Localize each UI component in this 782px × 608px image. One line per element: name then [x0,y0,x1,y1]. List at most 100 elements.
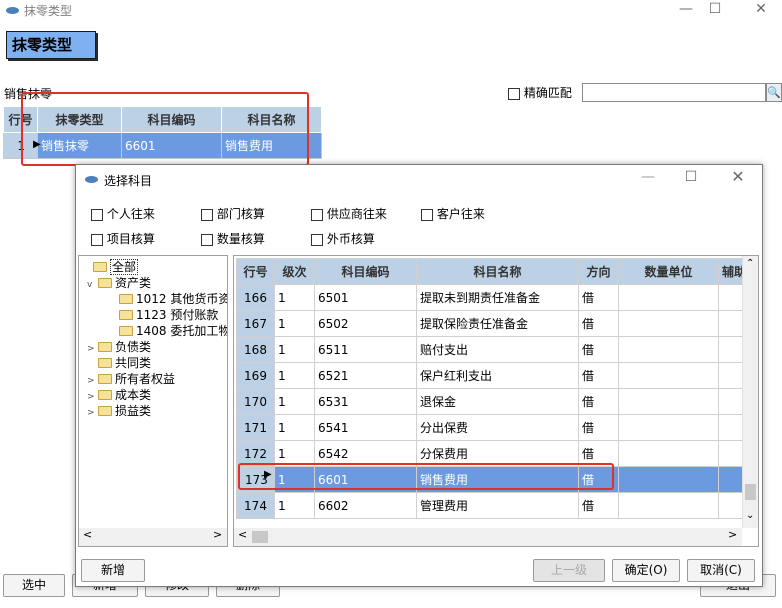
table-row[interactable]: 171 1 6541 分出保费借 [236,414,758,441]
check-personal[interactable]: 个人往来 [91,205,155,222]
col-header[interactable]: 科目编码 [314,258,417,285]
close-button[interactable]: ✕ [745,0,777,20]
col-header[interactable]: 行号 [236,258,275,285]
cell-direction[interactable]: 借 [578,336,619,363]
cell-direction[interactable]: 借 [578,414,619,441]
cell-unit[interactable] [618,414,719,441]
dialog-add-button[interactable]: 新增 [81,559,145,582]
dialog-maximize-button[interactable]: ☐ [675,168,707,188]
cell-code[interactable]: 6602 [314,492,417,519]
ok-button[interactable]: 确定(O) [612,559,680,582]
hscroll-thumb[interactable] [252,531,268,543]
cell-level[interactable]: 1 [274,492,315,519]
col-header[interactable]: 数量单位 [618,258,719,285]
cell-code[interactable]: 6501 [314,284,417,311]
chevron-right-icon[interactable]: > [87,405,96,421]
cell-level[interactable]: 1 [274,336,315,363]
search-icon[interactable]: 🔍 [766,83,782,102]
tree-node-equity[interactable]: > 所有者权益 [87,371,175,387]
cell-level[interactable]: 1 [274,284,315,311]
col-header[interactable]: 方向 [578,258,619,285]
table-row[interactable]: 169 1 6521 保户红利支出借 [236,362,758,389]
chevron-down-icon[interactable]: v [87,277,96,293]
tree-hscroll[interactable]: < > [79,528,227,546]
cell-name[interactable]: 赔付支出 [416,336,579,363]
grid-hscroll[interactable]: < > [234,528,742,546]
scroll-left-icon[interactable]: < [83,528,92,541]
cell-name[interactable]: 提取未到期责任准备金 [416,284,579,311]
cell-direction[interactable]: 借 [578,362,619,389]
cell-code[interactable]: 6502 [314,310,417,337]
cancel-button[interactable]: 取消(C) [687,559,755,582]
cell-direction[interactable]: 借 [578,310,619,337]
scroll-thumb[interactable] [745,484,756,500]
scroll-right-icon[interactable]: > [213,528,222,541]
check-department[interactable]: 部门核算 [201,205,265,222]
tree-node-common[interactable]: 共同类 [98,355,151,371]
tree-node-all[interactable]: 全部 [93,259,139,275]
col-header[interactable]: 科目名称 [416,258,579,285]
tree-node-pnl[interactable]: > 损益类 [87,403,151,419]
cell-level[interactable]: 1 [274,388,315,415]
chevron-right-icon[interactable]: > [87,341,96,357]
col-header[interactable]: 级次 [274,258,315,285]
scroll-left-icon[interactable]: < [238,528,247,541]
checkbox-box[interactable] [311,208,323,221]
tree-node-cost[interactable]: > 成本类 [87,387,151,403]
dialog-minimize-button[interactable]: — [632,168,664,188]
cell-unit[interactable] [618,336,719,363]
search-input[interactable] [582,83,766,102]
cell-direction[interactable]: 借 [578,388,619,415]
cell-level[interactable]: 1 [274,310,315,337]
table-row[interactable]: 174 1 6602 管理费用借 [236,492,758,519]
parent-level-button[interactable]: 上一级 [533,559,605,582]
check-supplier[interactable]: 供应商往来 [311,205,387,222]
scroll-up-icon[interactable]: ⌃ [746,258,754,269]
table-row[interactable]: 168 1 6511 赔付支出借 [236,336,758,363]
table-row[interactable]: 170 1 6531 退保金借 [236,388,758,415]
cell-unit[interactable] [618,466,719,493]
checkbox-box[interactable] [91,208,103,221]
cell-direction[interactable]: 借 [578,284,619,311]
cell-direction[interactable]: 借 [578,492,619,519]
cell-unit[interactable] [618,388,719,415]
grid-vscroll[interactable]: ⌃ ⌄ [742,256,758,528]
maximize-button[interactable]: ☐ [699,0,731,20]
cell-level[interactable]: 1 [274,414,315,441]
tree-node-liabilities[interactable]: > 负债类 [87,339,151,355]
check-quantity[interactable]: 数量核算 [201,230,265,247]
cell-code[interactable]: 6531 [314,388,417,415]
checkbox-box[interactable] [201,233,213,246]
table-row[interactable]: 167 1 6502 提取保险责任准备金借 [236,310,758,337]
check-customer[interactable]: 客户往来 [421,205,485,222]
tree-node-1408[interactable]: 1408 委托加工物资 [119,323,227,339]
cell-unit[interactable] [618,362,719,389]
cell-unit[interactable] [618,440,719,467]
checkbox-box[interactable] [508,87,520,100]
table-row[interactable]: 166 1 6501 提取未到期责任准备金借 [236,284,758,311]
cell-code[interactable]: 6521 [314,362,417,389]
cell-name[interactable]: 管理费用 [416,492,579,519]
scroll-down-icon[interactable]: ⌄ [746,510,754,521]
cell-unit[interactable] [618,310,719,337]
minimize-button[interactable]: — [670,0,702,20]
checkbox-box[interactable] [91,233,103,246]
tree-node-1012[interactable]: 1012 其他货币资金 [119,291,227,307]
cell-name[interactable]: 退保金 [416,388,579,415]
tree-node-assets[interactable]: v 资产类 [87,275,151,291]
exact-match-checkbox[interactable]: 精确匹配 [508,84,572,101]
cell-code[interactable]: 6541 [314,414,417,441]
cell-code[interactable]: 6511 [314,336,417,363]
scroll-right-icon[interactable]: > [728,528,737,541]
cell-name[interactable]: 分出保费 [416,414,579,441]
dialog-close-button[interactable]: ✕ [722,168,754,188]
check-project[interactable]: 项目核算 [91,230,155,247]
cell-unit[interactable] [618,492,719,519]
check-currency[interactable]: 外币核算 [311,230,375,247]
cell-unit[interactable] [618,284,719,311]
tree-node-1123[interactable]: 1123 预付账款 [119,307,218,323]
checkbox-box[interactable] [311,233,323,246]
checkbox-box[interactable] [201,208,213,221]
checkbox-box[interactable] [421,208,433,221]
cell-name[interactable]: 提取保险责任准备金 [416,310,579,337]
